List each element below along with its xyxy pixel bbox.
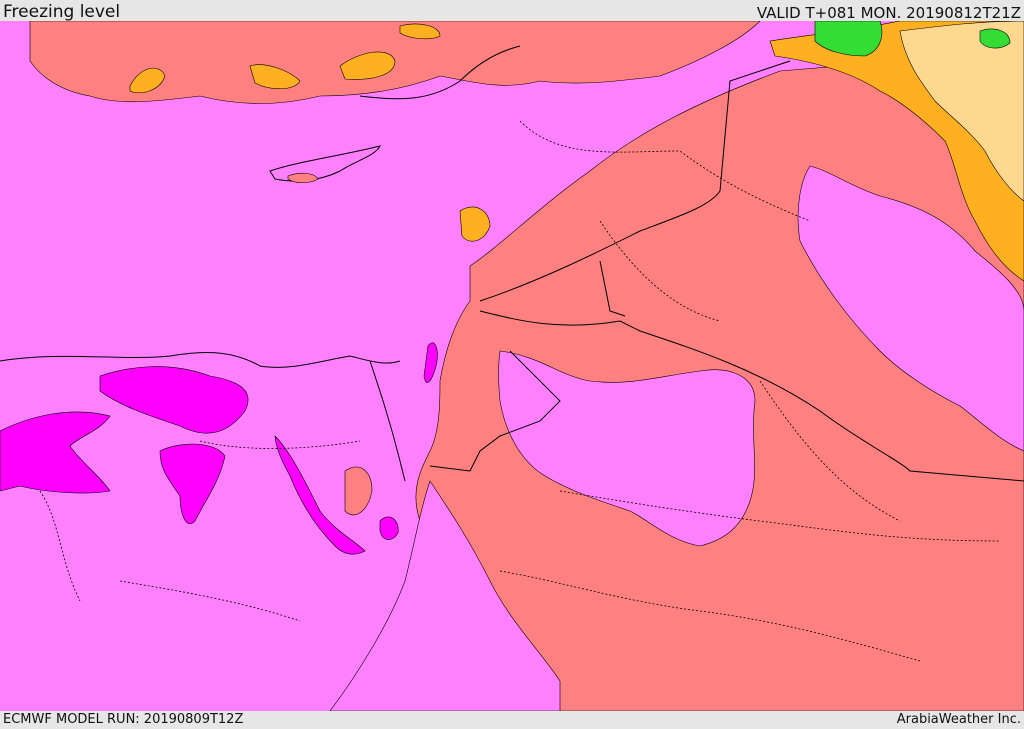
header-bar: Freezing level VALID T+081 MON. 20190812… [0, 0, 1024, 21]
credit-text: ArabiaWeather Inc. [896, 712, 1021, 727]
map-title: Freezing level [3, 2, 121, 22]
freezing-level-map[interactable] [0, 21, 1024, 711]
footer-bar: ECMWF MODEL RUN: 20190809T12Z ArabiaWeat… [0, 711, 1024, 729]
model-run: ECMWF MODEL RUN: 20190809T12Z [3, 712, 244, 727]
region-aqaba-low [379, 516, 399, 540]
valid-time: VALID T+081 MON. 20190812T21Z [756, 4, 1021, 22]
